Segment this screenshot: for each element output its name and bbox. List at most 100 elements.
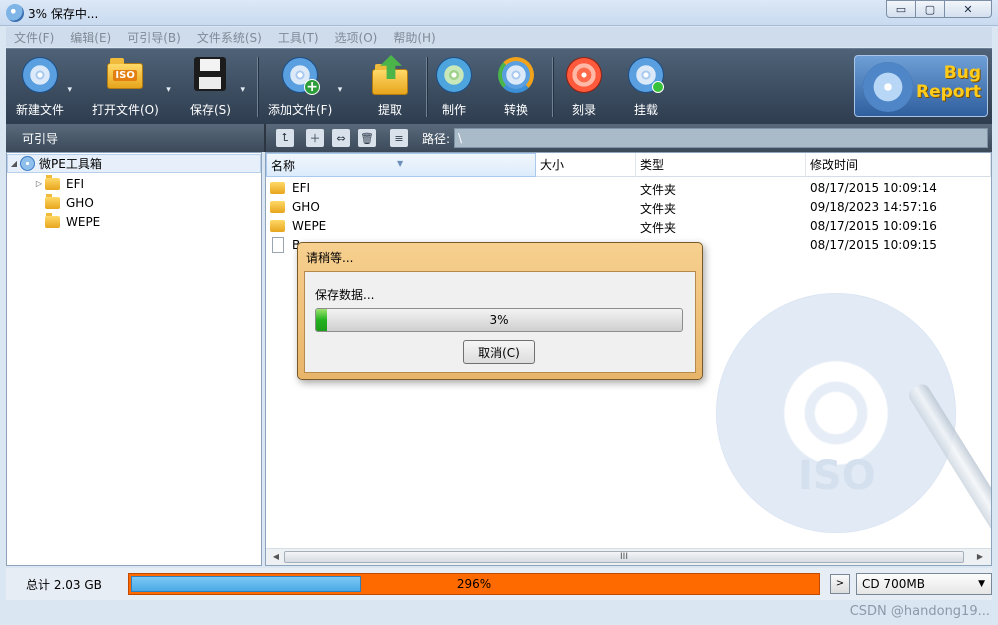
folder-icon: [45, 212, 60, 228]
make-button[interactable]: 制作: [434, 55, 474, 118]
column-modified[interactable]: 修改时间: [806, 153, 991, 177]
rename-icon[interactable]: ⇔: [332, 129, 350, 147]
expand-icon[interactable]: ▷: [33, 179, 45, 188]
delete-icon[interactable]: 🗑: [358, 129, 376, 147]
dialog-message: 保存数据...: [315, 288, 375, 302]
row-name: GHO: [292, 200, 320, 214]
toolbar-separator: [552, 57, 553, 117]
status-bar: 总计 2.03 GB 296% > CD 700MB ▼: [6, 568, 992, 600]
convert-cd-icon: [496, 55, 536, 95]
file-icon: [272, 237, 284, 253]
convert-label: 转换: [503, 103, 528, 117]
open-file-dropdown-icon[interactable]: ▾: [166, 85, 171, 95]
tree-root[interactable]: ◢ 微PE工具箱: [7, 154, 261, 173]
dialog-body: 保存数据... 3% 取消(C): [304, 271, 696, 373]
maximize-button[interactable]: ▢: [915, 0, 945, 18]
floppy-icon: [190, 55, 230, 95]
go-up-icon[interactable]: ⮤: [276, 129, 294, 147]
table-row[interactable]: EFI 文件夹 08/17/2015 10:09:14: [266, 179, 991, 198]
save-label: 保存(S): [190, 103, 231, 117]
horizontal-scrollbar[interactable]: ◀ III ▶: [266, 548, 991, 565]
new-file-button[interactable]: 新建文件 ▾: [16, 55, 72, 118]
column-name[interactable]: 名称 ▼: [266, 153, 536, 177]
menu-edit[interactable]: 编辑(E): [62, 29, 119, 46]
tree-item-label: EFI: [66, 176, 85, 191]
menu-bootable[interactable]: 可引导(B): [119, 29, 189, 46]
minimize-button[interactable]: ▭: [886, 0, 916, 18]
main-toolbar: 新建文件 ▾ ISO 打开文件(O) ▾ 保存(S) ▾ + 添加文件(F) ▾…: [6, 48, 992, 124]
burn-label: 刻录: [571, 103, 596, 117]
cancel-button[interactable]: 取消(C): [463, 340, 535, 364]
properties-icon[interactable]: ≡: [390, 129, 408, 147]
scroll-right-icon[interactable]: ▶: [972, 550, 988, 564]
burn-cd-icon: [564, 55, 604, 95]
tree-item-efi[interactable]: ▷ EFI: [33, 174, 84, 193]
new-cd-icon: [20, 55, 60, 95]
folder-icon: [45, 174, 60, 190]
capacity-bar: 296%: [128, 573, 820, 595]
path-label: 路径:: [422, 132, 451, 146]
table-row[interactable]: GHO 文件夹 09/18/2023 14:57:16: [266, 198, 991, 217]
toolbar-separator: [426, 57, 427, 117]
burn-button[interactable]: 刻录: [564, 55, 604, 118]
folder-tree[interactable]: ◢ 微PE工具箱 ▷ EFI GHO WEPE: [6, 152, 262, 566]
add-file-label: 添加文件(F): [268, 103, 333, 117]
bug-report-cd-icon: [863, 62, 913, 112]
column-type[interactable]: 类型: [636, 153, 806, 177]
credit-text: CSDN @handong19...: [849, 604, 990, 619]
strip-divider: [264, 124, 266, 152]
save-button[interactable]: 保存(S) ▾: [190, 55, 245, 118]
app-icon: [6, 4, 24, 22]
add-file-button[interactable]: + 添加文件(F) ▾: [268, 55, 342, 118]
open-file-label: 打开文件(O): [92, 103, 159, 117]
media-type-select[interactable]: CD 700MB ▼: [856, 573, 992, 595]
extract-folder-icon: [370, 55, 410, 95]
extract-button[interactable]: 提取: [370, 55, 410, 118]
progress-label: 3%: [489, 313, 509, 327]
add-cd-icon: +: [280, 55, 321, 95]
new-file-dropdown-icon[interactable]: ▾: [67, 85, 72, 95]
row-modified: 08/17/2015 10:09:14: [810, 181, 937, 195]
column-size[interactable]: 大小: [536, 153, 636, 177]
total-size: 总计 2.03 GB: [26, 578, 102, 592]
menu-bar: 文件(F) 编辑(E) 可引导(B) 文件系统(S) 工具(T) 选项(O) 帮…: [6, 27, 992, 47]
next-button[interactable]: >: [830, 574, 850, 594]
tree-item-gho[interactable]: GHO: [45, 193, 94, 212]
folder-icon: [45, 193, 60, 209]
open-file-button[interactable]: ISO 打开文件(O) ▾: [92, 55, 171, 118]
bootable-panel-label: 可引导: [22, 132, 59, 146]
menu-tools[interactable]: 工具(T): [270, 29, 327, 46]
menu-file[interactable]: 文件(F): [6, 29, 62, 46]
mount-button[interactable]: 挂载: [626, 55, 666, 118]
add-file-dropdown-icon[interactable]: ▾: [338, 85, 343, 95]
convert-button[interactable]: 转换: [496, 55, 536, 118]
row-name: WEPE: [292, 219, 327, 233]
menu-help[interactable]: 帮助(H): [385, 29, 443, 46]
table-row[interactable]: WEPE 文件夹 08/17/2015 10:09:16: [266, 217, 991, 236]
scroll-thumb[interactable]: III: [284, 551, 964, 563]
folder-icon: [270, 182, 285, 194]
tree-item-wepe[interactable]: WEPE: [45, 212, 100, 231]
bug-report-button[interactable]: Bug Report: [854, 55, 988, 117]
tree-item-label: WEPE: [66, 214, 101, 229]
disc-icon: [20, 156, 35, 171]
scroll-left-icon[interactable]: ◀: [268, 550, 284, 564]
title-bar: 3% 保存中... ▭ ▢ ✕: [0, 0, 998, 26]
menu-filesystem[interactable]: 文件系统(S): [189, 29, 270, 46]
media-type-value: CD 700MB: [862, 577, 925, 591]
close-button[interactable]: ✕: [944, 0, 992, 18]
path-input[interactable]: [454, 128, 988, 148]
menu-options[interactable]: 选项(O): [327, 29, 386, 46]
make-cd-icon: [434, 55, 474, 95]
add-folder-icon[interactable]: ＋: [306, 129, 324, 147]
row-type: 文件夹: [640, 202, 677, 216]
save-dropdown-icon[interactable]: ▾: [240, 85, 245, 95]
mount-cd-icon: [626, 55, 666, 95]
collapse-icon[interactable]: ◢: [8, 159, 20, 168]
column-header: 名称 ▼ 大小 类型 修改时间: [266, 153, 991, 177]
progress-dialog: 请稍等... 保存数据... 3% 取消(C): [297, 242, 703, 380]
make-label: 制作: [441, 103, 466, 117]
save-progress-bar: 3%: [315, 308, 683, 332]
capacity-label: 296%: [456, 577, 492, 591]
folder-icon: [270, 201, 285, 213]
